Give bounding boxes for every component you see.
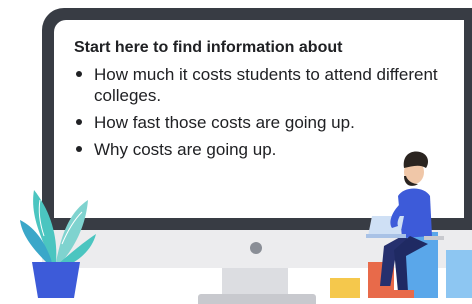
person-with-laptop-icon [366,151,444,298]
info-card-scene: Start here to find information about How… [0,0,472,304]
